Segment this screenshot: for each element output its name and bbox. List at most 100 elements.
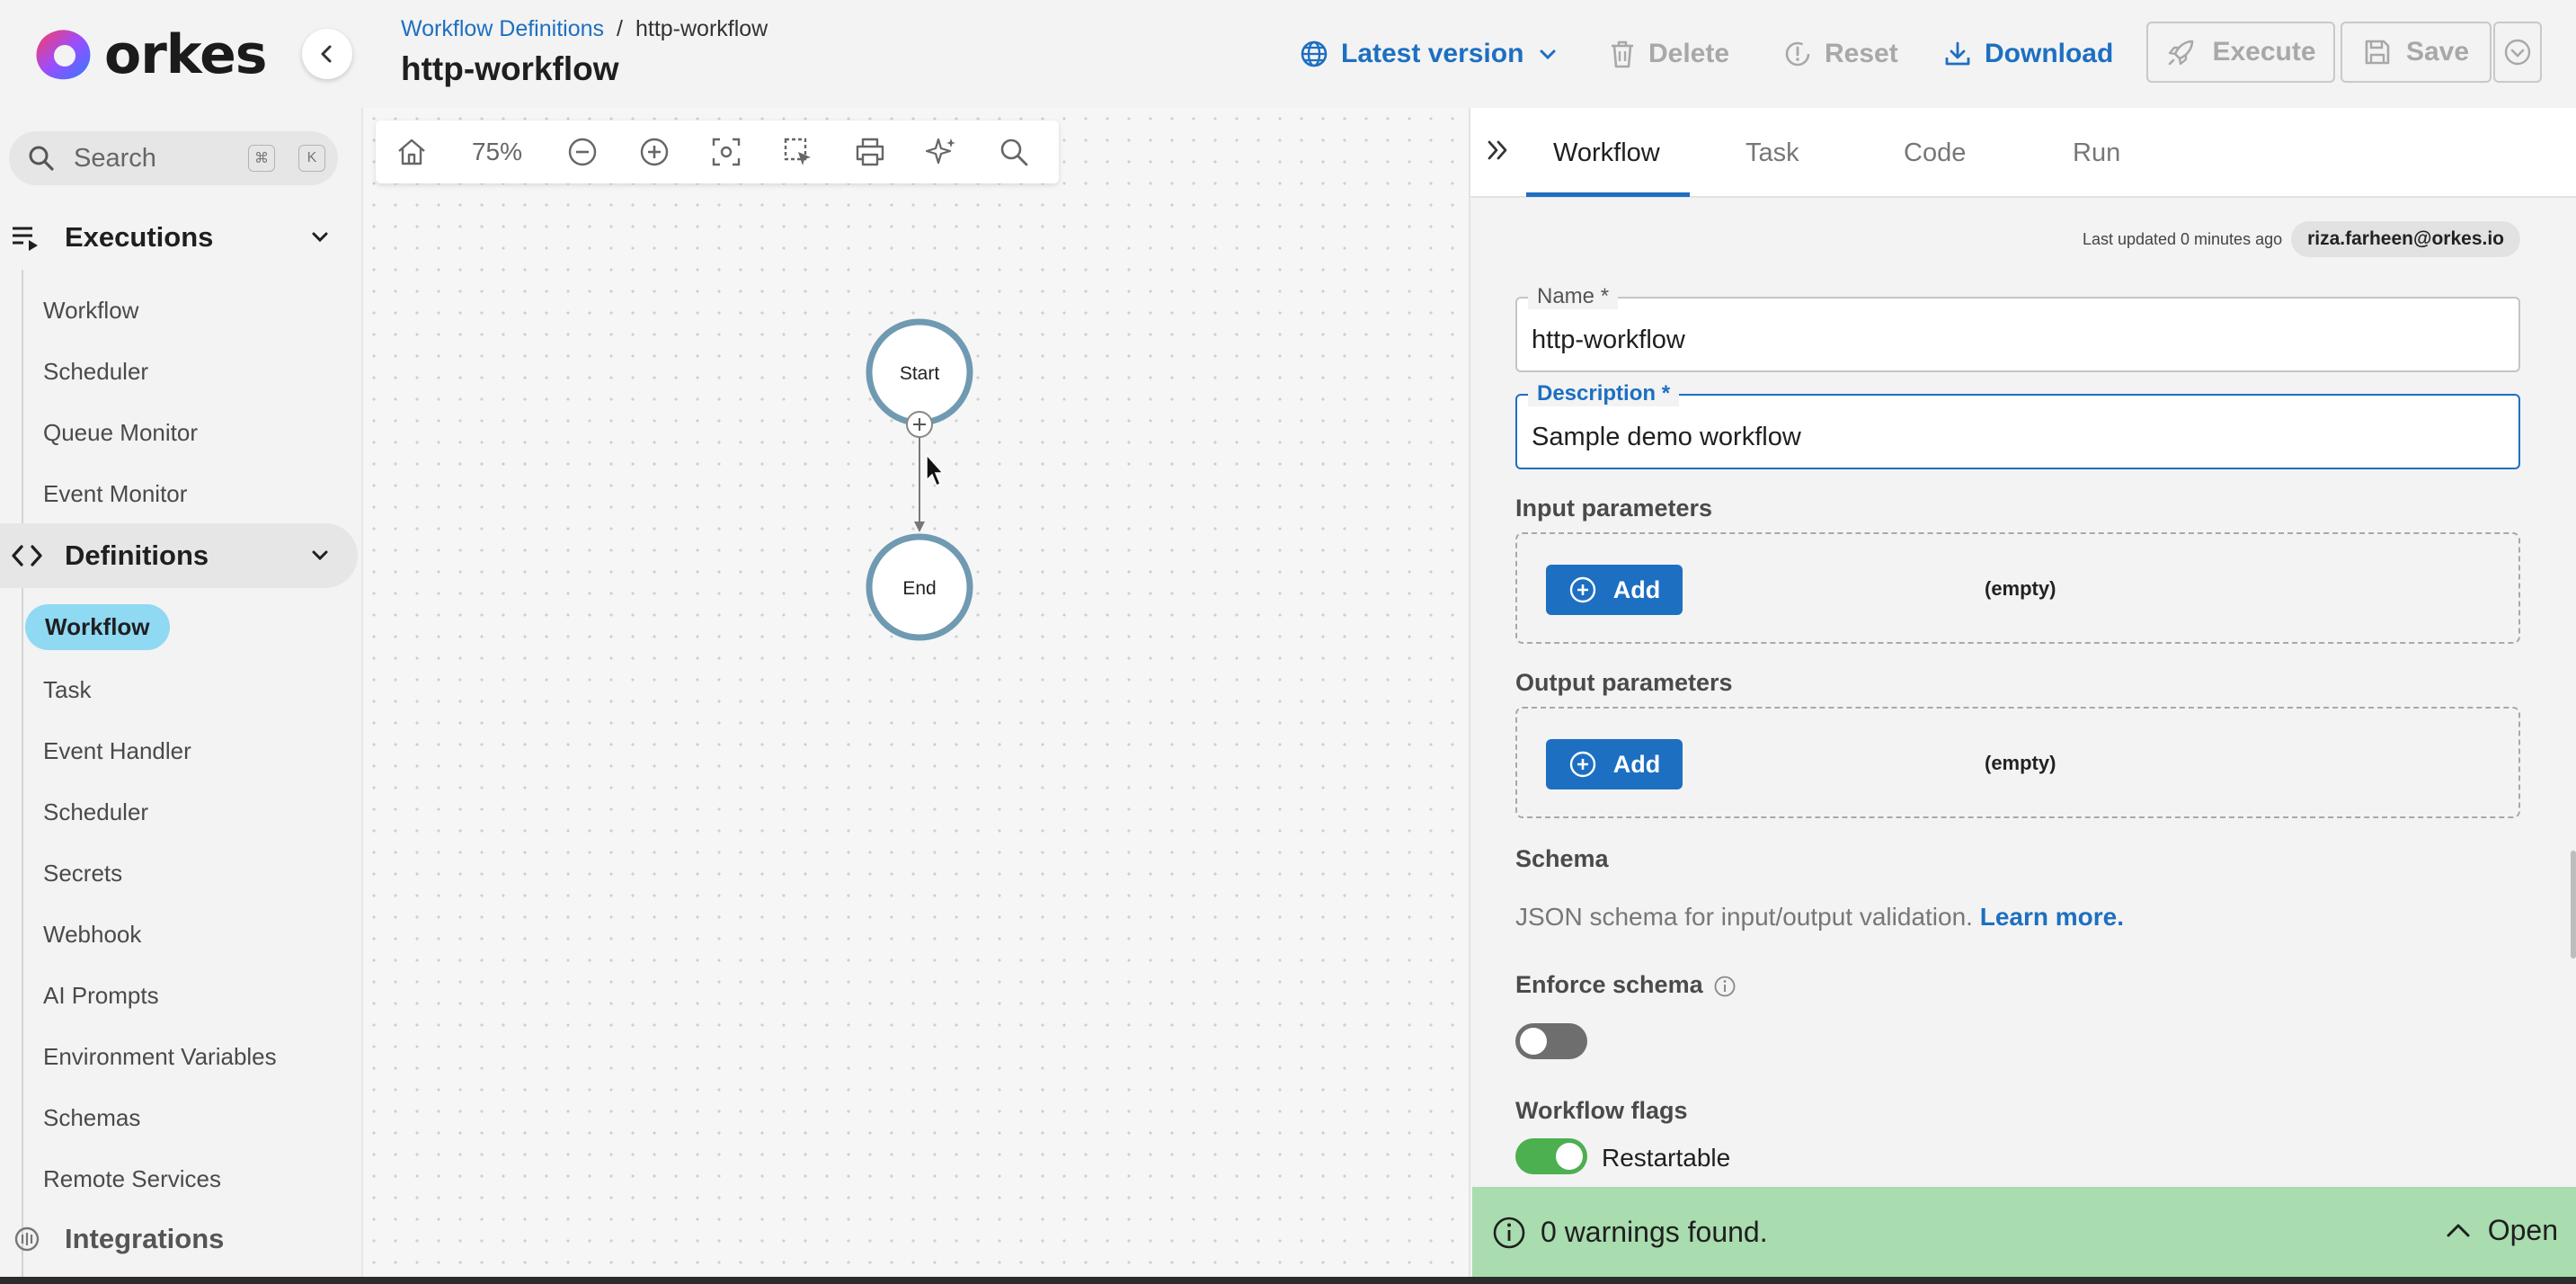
warnings-bar: 0 warnings found. Open: [1472, 1187, 2576, 1277]
description-field-label: Description *: [1528, 381, 1680, 406]
reset-label: Reset: [1825, 39, 1898, 68]
sidebar-section-definitions[interactable]: Definitions: [0, 523, 358, 588]
last-updated-text: Last updated 0 minutes ago: [2082, 229, 2283, 248]
sidebar-item-queue-monitor[interactable]: Queue Monitor: [43, 419, 198, 447]
input-parameters-box: Add (empty): [1515, 532, 2520, 644]
sidebar-item-definitions-workflow[interactable]: Workflow: [25, 604, 170, 650]
warnings-count: 0 warnings found.: [1541, 1216, 1768, 1248]
save-options-button[interactable]: [2493, 22, 2542, 83]
output-parameters-box: Add (empty): [1515, 707, 2520, 818]
sidebar-item-definitions-scheduler[interactable]: Scheduler: [43, 798, 148, 826]
execute-label: Execute: [2212, 37, 2316, 67]
restartable-label: Restartable: [1602, 1144, 1731, 1172]
shortcut-key-k: K: [298, 145, 325, 172]
plus-circle-icon: [1569, 576, 1595, 603]
open-label: Open: [2487, 1214, 2558, 1246]
start-node[interactable]: Start: [866, 318, 973, 426]
delete-label: Delete: [1648, 39, 1730, 68]
expand-panel-button[interactable]: [1483, 135, 1514, 165]
plus-circle-icon: [1569, 751, 1595, 778]
toggle-knob: [1520, 1028, 1547, 1055]
open-warnings-button[interactable]: Open: [2443, 1214, 2558, 1247]
window-bottom-edge: [0, 1277, 2576, 1284]
sidebar-item-remote-services[interactable]: Remote Services: [43, 1165, 221, 1193]
orkes-logo-icon: [36, 30, 91, 80]
sidebar-section-label: Integrations: [65, 1223, 225, 1254]
tab-workflow[interactable]: Workflow: [1553, 138, 1660, 168]
sidebar-item-executions-scheduler[interactable]: Scheduler: [43, 358, 148, 386]
panel-scrollbar[interactable]: [2571, 851, 2576, 959]
enforce-schema-title: Enforce schema: [1515, 971, 1737, 999]
input-parameters-empty: (empty): [1985, 577, 2056, 600]
search-input[interactable]: Search ⌘ K: [9, 131, 338, 185]
rocket-icon: [2169, 40, 2194, 66]
sidebar: Search ⌘ K Executions Workflow Scheduler…: [0, 108, 358, 1284]
user-badge: riza.farheen@orkes.io: [2291, 221, 2520, 257]
tab-code[interactable]: Code: [1904, 138, 1966, 168]
chevron-down-icon: [312, 232, 328, 243]
sidebar-item-ai-prompts[interactable]: AI Prompts: [43, 982, 159, 1010]
breadcrumb-workflow-definitions[interactable]: Workflow Definitions: [401, 16, 604, 42]
sidebar-item-webhook[interactable]: Webhook: [43, 921, 141, 949]
execute-button[interactable]: Execute: [2146, 22, 2335, 83]
breadcrumb: Workflow Definitions / http-workflow: [401, 16, 768, 42]
chevron-down-icon: [1540, 49, 1556, 60]
chevron-down-icon: [312, 550, 328, 561]
sidebar-section-label: Definitions: [65, 539, 209, 571]
output-parameters-title: Output parameters: [1515, 669, 1733, 696]
mouse-cursor-icon: [926, 453, 945, 487]
toggle-knob: [1556, 1143, 1583, 1170]
chevron-up-icon: [2447, 1224, 2470, 1236]
sidebar-item-schemas[interactable]: Schemas: [43, 1104, 140, 1132]
version-select[interactable]: Latest version: [1300, 27, 1559, 81]
breadcrumb-separator: /: [617, 16, 623, 41]
add-input-parameter-button[interactable]: Add: [1546, 565, 1683, 615]
active-tab-indicator: [1526, 192, 1690, 197]
reset-icon: [1785, 41, 1810, 67]
info-icon[interactable]: [1713, 975, 1737, 998]
sidebar-item-environment-variables[interactable]: Environment Variables: [43, 1043, 277, 1071]
list-play-icon: [13, 227, 38, 251]
globe-icon: [1301, 40, 1328, 67]
save-button[interactable]: Save: [2341, 22, 2492, 83]
sidebar-item-task[interactable]: Task: [43, 676, 91, 704]
reset-button[interactable]: Reset: [1783, 27, 1898, 81]
workflow-canvas[interactable]: 75% Start End: [361, 108, 1469, 1277]
save-label: Save: [2405, 37, 2470, 67]
download-button[interactable]: Download: [1943, 27, 2113, 81]
name-field-value: http-workflow: [1532, 325, 1685, 354]
schema-description: JSON schema for input/output validation.…: [1515, 903, 2124, 932]
sidebar-item-event-handler[interactable]: Event Handler: [43, 737, 191, 765]
sidebar-item-event-monitor[interactable]: Event Monitor: [43, 480, 187, 508]
delete-button[interactable]: Delete: [1609, 27, 1729, 81]
tab-run[interactable]: Run: [2073, 138, 2120, 168]
restartable-toggle[interactable]: [1515, 1138, 1587, 1174]
chevron-left-icon: [321, 45, 332, 63]
collapse-sidebar-button[interactable]: [302, 29, 352, 79]
schema-title: Schema: [1515, 845, 1609, 872]
orkes-logo[interactable]: orkes: [31, 23, 268, 86]
add-label: Add: [1612, 575, 1661, 603]
top-header: orkes Workflow Definitions / http-workfl…: [0, 0, 2576, 108]
enforce-schema-toggle[interactable]: [1515, 1023, 1587, 1059]
end-node[interactable]: End: [866, 533, 973, 641]
enforce-schema-label: Enforce schema: [1515, 971, 1703, 998]
add-task-button[interactable]: [906, 411, 933, 438]
output-parameters-empty: (empty): [1985, 752, 2056, 774]
page-title: http-workflow: [401, 50, 619, 87]
sidebar-section-executions[interactable]: Executions: [0, 205, 358, 270]
sidebar-item-executions-workflow[interactable]: Workflow: [43, 297, 138, 325]
end-node-label: End: [902, 578, 936, 599]
info-circle-icon: [1493, 1217, 1525, 1249]
learn-more-link[interactable]: Learn more.: [1980, 903, 2124, 931]
start-node-label: Start: [900, 363, 940, 384]
description-field[interactable]: Description * Sample demo workflow: [1515, 381, 2520, 469]
tab-task[interactable]: Task: [1745, 138, 1799, 168]
add-output-parameter-button[interactable]: Add: [1546, 739, 1683, 789]
add-label: Add: [1612, 750, 1661, 778]
integrations-icon: [14, 1226, 40, 1252]
sidebar-item-secrets[interactable]: Secrets: [43, 860, 122, 887]
schema-description-text: JSON schema for input/output validation.: [1515, 903, 1973, 931]
name-field-label: Name *: [1528, 284, 1619, 309]
name-field[interactable]: Name * http-workflow: [1515, 284, 2520, 372]
